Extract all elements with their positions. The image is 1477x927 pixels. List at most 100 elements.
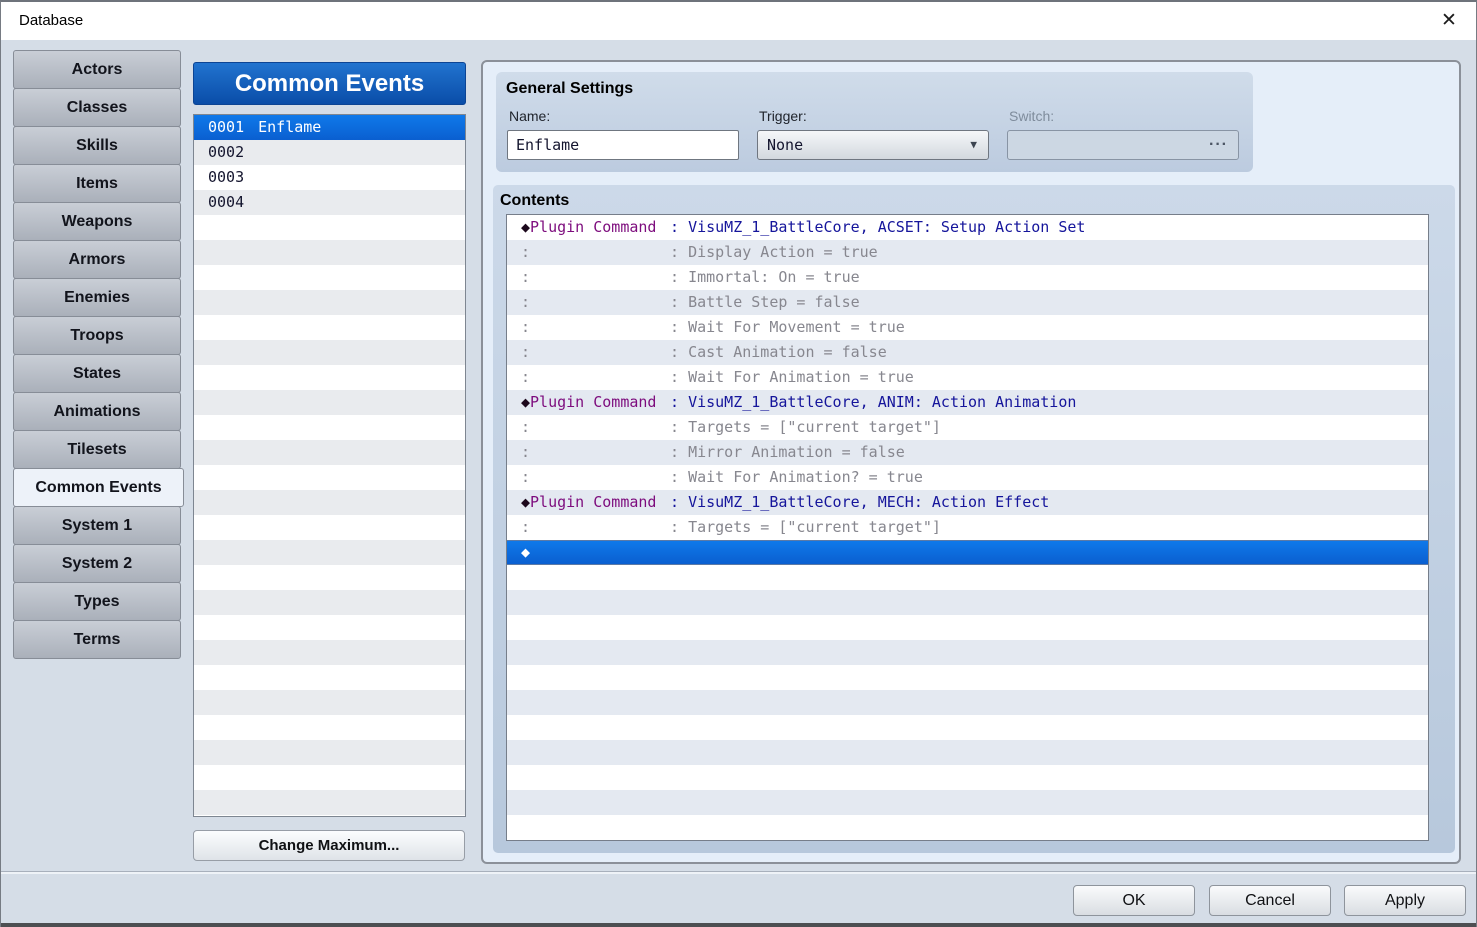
content-row[interactable] bbox=[507, 815, 1428, 840]
content-row[interactable]: ◆Plugin Command: VisuMZ_1_BattleCore, AC… bbox=[507, 215, 1428, 240]
event-row[interactable] bbox=[194, 215, 465, 240]
event-row[interactable] bbox=[194, 615, 465, 640]
ellipsis-button[interactable]: ··· bbox=[1209, 131, 1228, 159]
separator-colon: : bbox=[670, 243, 688, 261]
diamond-icon: ◆ bbox=[521, 543, 530, 561]
event-row[interactable] bbox=[194, 715, 465, 740]
plugin-command-marker: ◆Plugin Command bbox=[521, 215, 670, 240]
event-row[interactable] bbox=[194, 565, 465, 590]
switch-label: Switch: bbox=[1009, 108, 1054, 124]
event-row[interactable] bbox=[194, 415, 465, 440]
content-row[interactable]: :: Battle Step = false bbox=[507, 290, 1428, 315]
close-icon[interactable]: ✕ bbox=[1434, 6, 1464, 36]
diamond-icon: ◆ bbox=[521, 218, 530, 236]
content-row[interactable]: ◆Plugin Command: VisuMZ_1_BattleCore, ME… bbox=[507, 490, 1428, 515]
content-row[interactable] bbox=[507, 765, 1428, 790]
param-text: Display Action = true bbox=[688, 243, 878, 261]
event-row[interactable]: 0003 bbox=[194, 165, 465, 190]
separator-colon: : bbox=[670, 343, 688, 361]
content-row[interactable] bbox=[507, 640, 1428, 665]
content-row[interactable] bbox=[507, 740, 1428, 765]
sidebar-tab-troops[interactable]: Troops bbox=[13, 316, 181, 355]
event-row[interactable] bbox=[194, 390, 465, 415]
param-indent-colon: : bbox=[521, 340, 670, 365]
event-row[interactable] bbox=[194, 515, 465, 540]
content-row[interactable]: ◆ bbox=[507, 540, 1428, 565]
sidebar-tab-weapons[interactable]: Weapons bbox=[13, 202, 181, 241]
content-row[interactable]: :: Wait For Animation? = true bbox=[507, 465, 1428, 490]
sidebar-tab-tilesets[interactable]: Tilesets bbox=[13, 430, 181, 469]
sidebar-tab-system-2[interactable]: System 2 bbox=[13, 544, 181, 583]
content-row[interactable]: :: Wait For Animation = true bbox=[507, 365, 1428, 390]
sidebar-tab-animations[interactable]: Animations bbox=[13, 392, 181, 431]
content-row[interactable]: :: Immortal: On = true bbox=[507, 265, 1428, 290]
content-row[interactable]: :: Wait For Movement = true bbox=[507, 315, 1428, 340]
param-indent-colon: : bbox=[521, 415, 670, 440]
trigger-select[interactable]: None▼ bbox=[757, 130, 989, 160]
event-row[interactable] bbox=[194, 490, 465, 515]
sidebar: ActorsClassesSkillsItemsWeaponsArmorsEne… bbox=[13, 51, 184, 659]
event-row[interactable] bbox=[194, 790, 465, 815]
sidebar-tab-types[interactable]: Types bbox=[13, 582, 181, 621]
content-row[interactable] bbox=[507, 715, 1428, 740]
event-row[interactable] bbox=[194, 690, 465, 715]
content-row[interactable]: :: Targets = ["current target"] bbox=[507, 515, 1428, 540]
content-row[interactable] bbox=[507, 665, 1428, 690]
event-row[interactable]: 0002 bbox=[194, 140, 465, 165]
ok-button[interactable]: OK bbox=[1073, 885, 1195, 916]
apply-button[interactable]: Apply bbox=[1344, 885, 1466, 916]
change-maximum-button[interactable]: Change Maximum... bbox=[193, 830, 465, 861]
name-input[interactable] bbox=[507, 130, 739, 160]
event-row[interactable] bbox=[194, 365, 465, 390]
event-row[interactable] bbox=[194, 740, 465, 765]
event-row[interactable] bbox=[194, 540, 465, 565]
cancel-button[interactable]: Cancel bbox=[1209, 885, 1331, 916]
event-row[interactable] bbox=[194, 340, 465, 365]
name-label: Name: bbox=[509, 108, 550, 124]
content-row[interactable] bbox=[507, 690, 1428, 715]
event-row[interactable] bbox=[194, 265, 465, 290]
sidebar-tab-system-1[interactable]: System 1 bbox=[13, 506, 181, 545]
event-name: Enflame bbox=[258, 118, 321, 136]
param-indent-colon: : bbox=[521, 365, 670, 390]
param-text: Wait For Animation = true bbox=[688, 368, 914, 386]
content-row[interactable] bbox=[507, 615, 1428, 640]
event-row[interactable] bbox=[194, 290, 465, 315]
sidebar-tab-armors[interactable]: Armors bbox=[13, 240, 181, 279]
plugin-command-label: Plugin Command bbox=[530, 218, 656, 236]
event-row[interactable] bbox=[194, 440, 465, 465]
content-row[interactable] bbox=[507, 590, 1428, 615]
diamond-icon: ◆ bbox=[521, 493, 530, 511]
sidebar-tab-states[interactable]: States bbox=[13, 354, 181, 393]
param-text: Wait For Movement = true bbox=[688, 318, 905, 336]
sidebar-tab-actors[interactable]: Actors bbox=[13, 50, 181, 89]
event-row[interactable] bbox=[194, 465, 465, 490]
content-row[interactable]: :: Mirror Animation = false bbox=[507, 440, 1428, 465]
event-row[interactable] bbox=[194, 640, 465, 665]
event-row[interactable]: 0004 bbox=[194, 190, 465, 215]
plugin-command-marker: ◆Plugin Command bbox=[521, 490, 670, 515]
content-row[interactable] bbox=[507, 565, 1428, 590]
sidebar-tab-enemies[interactable]: Enemies bbox=[13, 278, 181, 317]
plugin-command-text: VisuMZ_1_BattleCore, ANIM: Action Animat… bbox=[688, 393, 1076, 411]
content-row[interactable]: :: Cast Animation = false bbox=[507, 340, 1428, 365]
sidebar-tab-items[interactable]: Items bbox=[13, 164, 181, 203]
content-row[interactable]: :: Display Action = true bbox=[507, 240, 1428, 265]
event-row[interactable] bbox=[194, 240, 465, 265]
event-row[interactable] bbox=[194, 315, 465, 340]
sidebar-tab-common-events[interactable]: Common Events bbox=[13, 468, 184, 507]
sidebar-tab-terms[interactable]: Terms bbox=[13, 620, 181, 659]
sidebar-tab-classes[interactable]: Classes bbox=[13, 88, 181, 127]
plugin-command-text: VisuMZ_1_BattleCore, ACSET: Setup Action… bbox=[688, 218, 1085, 236]
param-text: Cast Animation = false bbox=[688, 343, 887, 361]
content-row[interactable] bbox=[507, 790, 1428, 815]
event-row[interactable]: 0001Enflame bbox=[194, 115, 465, 140]
event-row[interactable] bbox=[194, 590, 465, 615]
event-row[interactable] bbox=[194, 665, 465, 690]
event-row[interactable] bbox=[194, 765, 465, 790]
content-row[interactable]: ◆Plugin Command: VisuMZ_1_BattleCore, AN… bbox=[507, 390, 1428, 415]
content-row[interactable]: :: Targets = ["current target"] bbox=[507, 415, 1428, 440]
sidebar-tab-skills[interactable]: Skills bbox=[13, 126, 181, 165]
param-text: Immortal: On = true bbox=[688, 268, 860, 286]
separator-colon: : bbox=[670, 218, 688, 236]
